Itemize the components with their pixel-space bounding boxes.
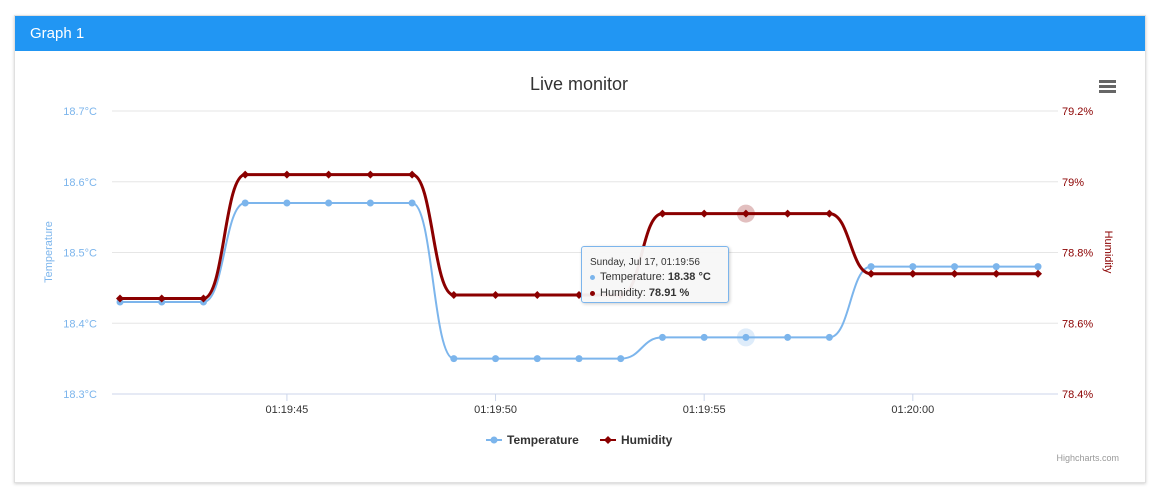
temperature-point xyxy=(700,333,708,341)
temperature-point xyxy=(325,199,333,207)
humidity-point xyxy=(867,269,876,278)
humidity-point xyxy=(366,170,375,179)
humidity-point xyxy=(408,170,417,179)
x-tick-label: 01:19:50 xyxy=(474,404,517,416)
temperature-point xyxy=(951,263,959,271)
tooltip-hum-label: Humidity: xyxy=(600,287,649,299)
y-right-axis-label: Humidity xyxy=(1102,231,1114,274)
legend-humidity-label: Humidity xyxy=(621,433,673,447)
humidity-point xyxy=(658,209,667,218)
temperature-point xyxy=(658,333,666,341)
temperature-point xyxy=(617,355,625,363)
tooltip-humidity: Humidity: 78.91 % xyxy=(590,287,689,299)
tooltip-temp-label: Temperature: xyxy=(600,271,668,283)
temperature-point xyxy=(575,355,583,363)
temperature-point xyxy=(825,333,833,341)
humidity-dot-icon xyxy=(590,290,595,296)
humidity-point xyxy=(324,170,333,179)
y-right-tick-label: 78.6% xyxy=(1062,318,1093,330)
tooltip-hum-value: 78.91 % xyxy=(648,287,690,299)
humidity-point xyxy=(992,269,1001,278)
temperature-point xyxy=(492,355,500,363)
tooltip-header: Sunday, Jul 17, 01:19:56 xyxy=(590,257,700,268)
x-tick-label: 01:19:45 xyxy=(265,404,308,416)
tooltip-temperature: Temperature: 18.38 °C xyxy=(590,271,711,283)
legend-humidity-marker xyxy=(604,436,612,444)
temperature-point xyxy=(867,263,875,271)
y-left-axis-label: Temperature xyxy=(43,221,55,283)
humidity-point xyxy=(1034,269,1042,278)
humidity-point xyxy=(908,269,917,278)
temperature-point xyxy=(366,199,374,207)
x-tick-label: 01:19:55 xyxy=(683,404,726,416)
temperature-point xyxy=(784,333,792,341)
y-right-tick-label: 79% xyxy=(1062,177,1084,189)
humidity-point xyxy=(449,290,458,299)
legend-temperature-marker xyxy=(490,436,498,444)
tooltip: Sunday, Jul 17, 01:19:56 Temperature: 18… xyxy=(581,246,729,303)
humidity-point xyxy=(783,209,792,218)
y-right-tick-label: 79.2% xyxy=(1062,106,1093,118)
chart-title: Live monitor xyxy=(530,74,628,94)
y-right-tick-label: 78.8% xyxy=(1062,248,1093,260)
temperature-point xyxy=(1034,263,1042,271)
humidity-point xyxy=(241,170,250,179)
humidity-point xyxy=(533,290,542,299)
legend-temperature-label: Temperature xyxy=(507,433,579,447)
y-left-tick-label: 18.7°C xyxy=(63,106,97,118)
y-left-tick-label: 18.5°C xyxy=(63,248,97,260)
humidity-point xyxy=(950,269,959,278)
y-left-tick-label: 18.4°C xyxy=(63,318,97,330)
humidity-point xyxy=(491,290,500,299)
y-left-tick-label: 18.6°C xyxy=(63,177,97,189)
temperature-point xyxy=(909,263,917,271)
humidity-point xyxy=(282,170,291,179)
credits-link: Highcharts.com xyxy=(1056,453,1119,463)
humidity-line xyxy=(120,173,1038,300)
menu-icon[interactable] xyxy=(1099,80,1116,94)
temperature-line xyxy=(120,201,1038,360)
x-tick-label: 01:20:00 xyxy=(891,404,934,416)
humidity-point xyxy=(700,209,709,218)
humidity-point xyxy=(825,209,834,218)
temperature-point xyxy=(283,199,291,207)
y-right-tick-label: 78.4% xyxy=(1062,389,1093,401)
temperature-point xyxy=(450,355,458,363)
y-left-tick-label: 18.3°C xyxy=(63,389,97,401)
tooltip-temp-value: 18.38 °C xyxy=(667,271,711,283)
temperature-point xyxy=(992,263,1000,271)
temperature-point xyxy=(408,199,416,207)
temperature-dot-icon xyxy=(590,274,595,280)
temperature-point xyxy=(241,199,249,207)
temperature-point xyxy=(742,333,750,341)
temperature-point xyxy=(533,355,541,363)
